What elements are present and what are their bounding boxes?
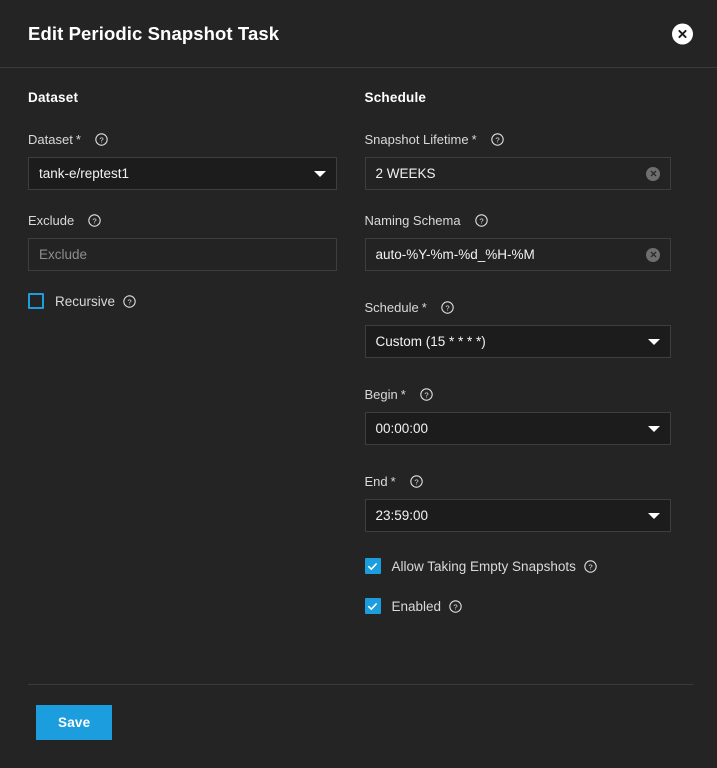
dataset-column: Dataset Dataset * ? tank-e/reptest1 [28, 90, 361, 684]
help-circle-icon[interactable]: ? [441, 301, 454, 314]
svg-text:?: ? [495, 135, 499, 144]
naming-schema-input[interactable]: auto-%Y-%m-%d_%H-%M [365, 238, 672, 271]
svg-text:?: ? [588, 562, 592, 571]
end-label: End [365, 474, 388, 489]
schedule-select[interactable]: Custom (15 * * * *) [365, 325, 672, 358]
help-circle-icon[interactable]: ? [420, 388, 433, 401]
schedule-label: Schedule [365, 300, 419, 315]
naming-schema-value: auto-%Y-%m-%d_%H-%M [376, 247, 639, 262]
svg-text:?: ? [414, 477, 418, 486]
help-circle-icon[interactable]: ? [449, 600, 462, 613]
help-circle-icon[interactable]: ? [95, 133, 108, 146]
dataset-label-row: Dataset * ? [28, 131, 337, 148]
allow-empty-snapshots-checkbox[interactable] [365, 558, 381, 574]
clear-circle-icon[interactable] [646, 167, 660, 181]
naming-schema-label: Naming Schema [365, 213, 461, 228]
snapshot-lifetime-input[interactable]: 2 WEEKS [365, 157, 672, 190]
chevron-down-icon [648, 339, 660, 345]
allow-empty-snapshots-checkbox-row[interactable]: Allow Taking Empty Snapshots ? [365, 558, 672, 574]
schedule-select-value: Custom (15 * * * *) [376, 334, 641, 349]
exclude-label-row: Exclude ? [28, 212, 337, 229]
dialog-body: Dataset Dataset * ? tank-e/reptest1 [0, 68, 717, 684]
snapshot-lifetime-required-marker: * [472, 132, 477, 147]
begin-select[interactable]: 00:00:00 [365, 412, 672, 445]
dataset-field: Dataset * ? tank-e/reptest1 [28, 131, 337, 190]
snapshot-lifetime-label: Snapshot Lifetime [365, 132, 469, 147]
save-button[interactable]: Save [36, 705, 112, 740]
allow-empty-snapshots-label: Allow Taking Empty Snapshots [392, 559, 576, 574]
chevron-down-icon [314, 171, 326, 177]
svg-text:?: ? [453, 602, 457, 611]
svg-text:?: ? [479, 216, 483, 225]
svg-text:?: ? [424, 390, 428, 399]
schedule-section-title: Schedule [365, 90, 672, 105]
dataset-select[interactable]: tank-e/reptest1 [28, 157, 337, 190]
snapshot-lifetime-value: 2 WEEKS [376, 166, 639, 181]
naming-schema-field: Naming Schema ? auto-%Y-%m-%d_%H-%M [365, 212, 672, 271]
recursive-checkbox[interactable] [28, 293, 44, 309]
svg-text:?: ? [99, 135, 103, 144]
svg-text:?: ? [445, 303, 449, 312]
close-icon[interactable] [672, 23, 693, 44]
edit-periodic-snapshot-task-dialog: Edit Periodic Snapshot Task Dataset Data… [0, 0, 717, 768]
recursive-label: Recursive [55, 294, 115, 309]
end-select[interactable]: 23:59:00 [365, 499, 672, 532]
svg-text:?: ? [127, 297, 131, 306]
help-circle-icon[interactable]: ? [410, 475, 423, 488]
snapshot-lifetime-field: Snapshot Lifetime * ? 2 WEEKS [365, 131, 672, 190]
help-circle-icon[interactable]: ? [475, 214, 488, 227]
exclude-label: Exclude [28, 213, 74, 228]
svg-text:?: ? [93, 216, 97, 225]
enabled-label: Enabled [392, 599, 442, 614]
enabled-checkbox-row[interactable]: Enabled ? [365, 598, 672, 614]
dialog-title: Edit Periodic Snapshot Task [28, 23, 279, 45]
end-select-value: 23:59:00 [376, 508, 641, 523]
dialog-header: Edit Periodic Snapshot Task [0, 0, 717, 68]
naming-schema-label-row: Naming Schema ? [365, 212, 672, 229]
enabled-checkbox[interactable] [365, 598, 381, 614]
help-circle-icon[interactable]: ? [584, 560, 597, 573]
chevron-down-icon [648, 426, 660, 432]
chevron-down-icon [648, 513, 660, 519]
dataset-section-title: Dataset [28, 90, 337, 105]
end-label-row: End * ? [365, 473, 672, 490]
begin-field: Begin * ? 00:00:00 [365, 386, 672, 445]
exclude-input[interactable]: Exclude [28, 238, 337, 271]
snapshot-lifetime-label-row: Snapshot Lifetime * ? [365, 131, 672, 148]
schedule-field: Schedule * ? Custom (15 * * * *) [365, 299, 672, 358]
begin-required-marker: * [401, 387, 406, 402]
help-circle-icon[interactable]: ? [88, 214, 101, 227]
exclude-field: Exclude ? Exclude [28, 212, 337, 271]
schedule-required-marker: * [422, 300, 427, 315]
exclude-input-placeholder: Exclude [39, 247, 326, 262]
dataset-required-marker: * [76, 132, 81, 147]
dialog-footer: Save [28, 684, 693, 768]
clear-circle-icon[interactable] [646, 248, 660, 262]
end-required-marker: * [391, 474, 396, 489]
dataset-label: Dataset [28, 132, 73, 147]
begin-label: Begin [365, 387, 398, 402]
begin-label-row: Begin * ? [365, 386, 672, 403]
help-circle-icon[interactable]: ? [491, 133, 504, 146]
schedule-label-row: Schedule * ? [365, 299, 672, 316]
dataset-select-value: tank-e/reptest1 [39, 166, 306, 181]
end-field: End * ? 23:59:00 [365, 473, 672, 532]
help-circle-icon[interactable]: ? [123, 295, 136, 308]
recursive-checkbox-row[interactable]: Recursive ? [28, 293, 337, 309]
begin-select-value: 00:00:00 [376, 421, 641, 436]
schedule-column: Schedule Snapshot Lifetime * ? 2 WEEKS [361, 90, 694, 684]
